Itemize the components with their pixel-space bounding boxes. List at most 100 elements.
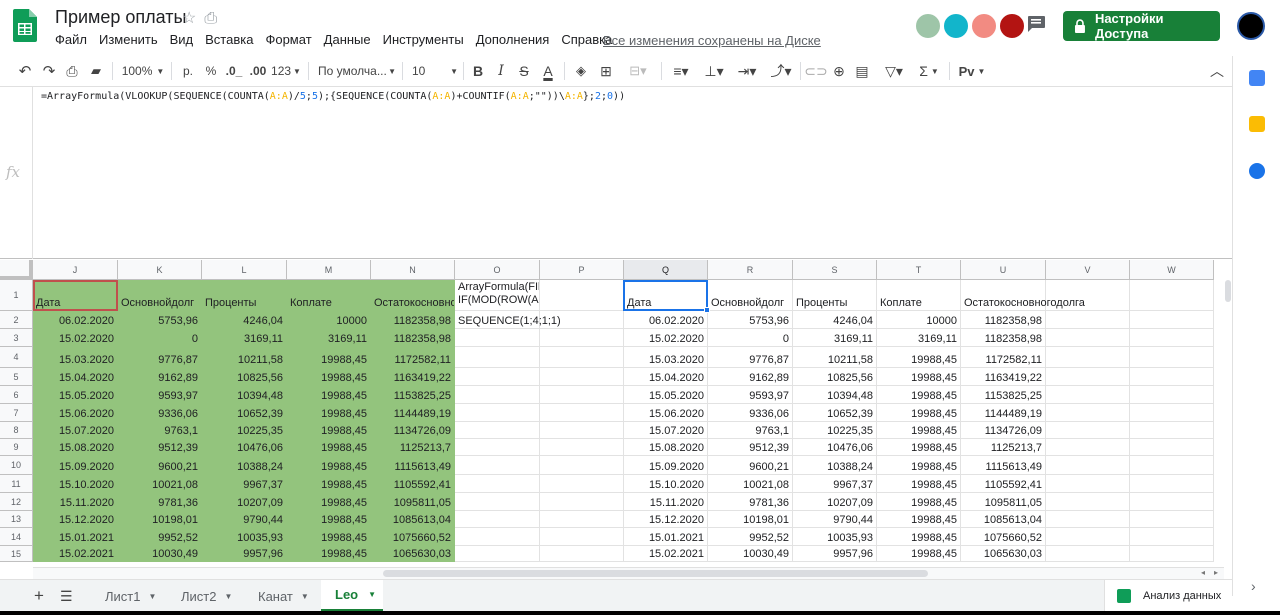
cell[interactable] — [1046, 280, 1130, 311]
text-wrap-icon[interactable]: ⇥▾ — [733, 58, 761, 84]
cell[interactable] — [540, 546, 624, 562]
data-cell[interactable]: 19988,45 — [877, 347, 961, 368]
comments-icon[interactable] — [1026, 15, 1046, 33]
vertical-scrollbar[interactable] — [1224, 280, 1232, 567]
tasks-icon[interactable] — [1249, 163, 1265, 179]
data-cell[interactable]: 3169,11 — [287, 329, 371, 347]
column-header[interactable]: M — [287, 260, 371, 280]
row-header[interactable]: 13 — [0, 511, 33, 528]
all-sheets-icon[interactable]: ☰ — [60, 580, 74, 612]
row-header[interactable]: 10 — [0, 456, 33, 475]
data-cell[interactable]: 15.08.2020 — [624, 439, 708, 456]
column-header[interactable]: S — [793, 260, 877, 280]
data-cell[interactable]: 10211,58 — [202, 347, 287, 368]
data-cell[interactable]: 15.10.2020 — [624, 475, 708, 493]
cell[interactable] — [1130, 422, 1214, 439]
cell[interactable] — [1046, 368, 1130, 386]
cell[interactable] — [1130, 368, 1214, 386]
horizontal-scrollbar[interactable]: ◂ ▸ — [33, 567, 1224, 579]
avatar[interactable] — [970, 12, 998, 40]
scroll-left-icon[interactable]: ◂ — [1201, 568, 1205, 577]
data-cell[interactable]: 15.02.2021 — [33, 546, 118, 562]
header-cell[interactable]: Основнойдолг — [708, 280, 793, 311]
data-cell[interactable]: 9763,1 — [118, 422, 202, 439]
cell[interactable] — [540, 422, 624, 439]
data-cell[interactable]: 1105592,41 — [961, 475, 1046, 493]
data-cell[interactable]: 19988,45 — [877, 386, 961, 404]
cell[interactable] — [1046, 475, 1130, 493]
menu-format[interactable]: Формат — [265, 32, 311, 47]
tab-list1[interactable]: Лист1 ▼ — [92, 580, 164, 612]
data-cell[interactable]: 3169,11 — [202, 329, 287, 347]
cell[interactable] — [455, 493, 540, 511]
data-cell[interactable]: 4246,04 — [202, 311, 287, 329]
data-cell[interactable]: 1075660,52 — [371, 528, 455, 546]
cell[interactable] — [455, 347, 540, 368]
data-cell[interactable]: 10476,06 — [202, 439, 287, 456]
data-cell[interactable]: 19988,45 — [287, 475, 371, 493]
column-header[interactable]: N — [371, 260, 455, 280]
text-rotation-icon[interactable]: ⤴▾ — [767, 58, 795, 84]
horizontal-align-icon[interactable]: ≡▾ — [668, 58, 694, 84]
data-cell[interactable]: 19988,45 — [287, 404, 371, 422]
keep-icon[interactable] — [1249, 116, 1265, 132]
cell-o1[interactable]: ArrayFormula(FIl IF(MOD(ROW(A — [455, 280, 540, 311]
data-cell[interactable]: 19988,45 — [877, 404, 961, 422]
data-cell[interactable]: 1182358,98 — [371, 311, 455, 329]
cell[interactable] — [1046, 439, 1130, 456]
cell[interactable] — [540, 404, 624, 422]
data-cell[interactable]: 9162,89 — [708, 368, 793, 386]
cell[interactable] — [1130, 404, 1214, 422]
data-cell[interactable]: 19988,45 — [877, 493, 961, 511]
cell[interactable] — [1046, 528, 1130, 546]
column-header[interactable]: K — [118, 260, 202, 280]
cell[interactable] — [1046, 329, 1130, 347]
formula-input[interactable]: =ArrayFormula(VLOOKUP(SEQUENCE(COUNTA(A:… — [41, 91, 625, 102]
data-cell[interactable]: 10021,08 — [118, 475, 202, 493]
row-header[interactable]: 14 — [0, 528, 33, 546]
data-cell[interactable]: 10652,39 — [793, 404, 877, 422]
menu-file[interactable]: Файл — [55, 32, 87, 47]
data-cell[interactable]: 1153825,25 — [371, 386, 455, 404]
data-cell[interactable]: 1095811,05 — [371, 493, 455, 511]
cell[interactable] — [540, 368, 624, 386]
data-cell[interactable]: 15.02.2020 — [33, 329, 118, 347]
data-cell[interactable]: 10035,93 — [793, 528, 877, 546]
cell[interactable] — [540, 511, 624, 528]
data-cell[interactable]: 1105592,41 — [371, 475, 455, 493]
row-header[interactable]: 15 — [0, 546, 33, 562]
column-header[interactable]: Q — [624, 260, 708, 280]
strikethrough-button[interactable]: S — [517, 58, 531, 84]
cell[interactable] — [1130, 329, 1214, 347]
data-cell[interactable]: 06.02.2020 — [33, 311, 118, 329]
data-cell[interactable]: 19988,45 — [287, 439, 371, 456]
decrease-decimal-button[interactable]: .0_ — [224, 58, 244, 84]
data-cell[interactable]: 10388,24 — [202, 456, 287, 475]
cell[interactable] — [1130, 528, 1214, 546]
column-header[interactable]: P — [540, 260, 624, 280]
data-cell[interactable]: 9593,97 — [708, 386, 793, 404]
zoom-select[interactable]: 100% ▼ — [120, 58, 166, 84]
cell[interactable] — [1130, 347, 1214, 368]
column-header[interactable]: U — [961, 260, 1046, 280]
data-cell[interactable]: 1065630,03 — [961, 546, 1046, 562]
data-cell[interactable]: 10394,48 — [793, 386, 877, 404]
data-cell[interactable]: 9957,96 — [202, 546, 287, 562]
data-cell[interactable]: 10030,49 — [708, 546, 793, 562]
data-cell[interactable]: 9952,52 — [708, 528, 793, 546]
data-cell[interactable]: 9336,06 — [708, 404, 793, 422]
header-cell[interactable]: Коплате — [287, 280, 371, 311]
data-cell[interactable]: 10476,06 — [793, 439, 877, 456]
select-all-corner[interactable] — [0, 260, 33, 280]
data-cell[interactable]: 15.07.2020 — [624, 422, 708, 439]
column-header[interactable]: V — [1046, 260, 1130, 280]
chart-icon[interactable]: ▤ — [854, 58, 870, 84]
data-cell[interactable]: 10225,35 — [202, 422, 287, 439]
data-cell[interactable]: 19988,45 — [287, 528, 371, 546]
data-cell[interactable]: 15.08.2020 — [33, 439, 118, 456]
cell[interactable] — [540, 439, 624, 456]
cell[interactable] — [1130, 511, 1214, 528]
data-cell[interactable]: 19988,45 — [877, 422, 961, 439]
data-cell[interactable]: 10211,58 — [793, 347, 877, 368]
row-header[interactable]: 1 — [0, 280, 33, 311]
